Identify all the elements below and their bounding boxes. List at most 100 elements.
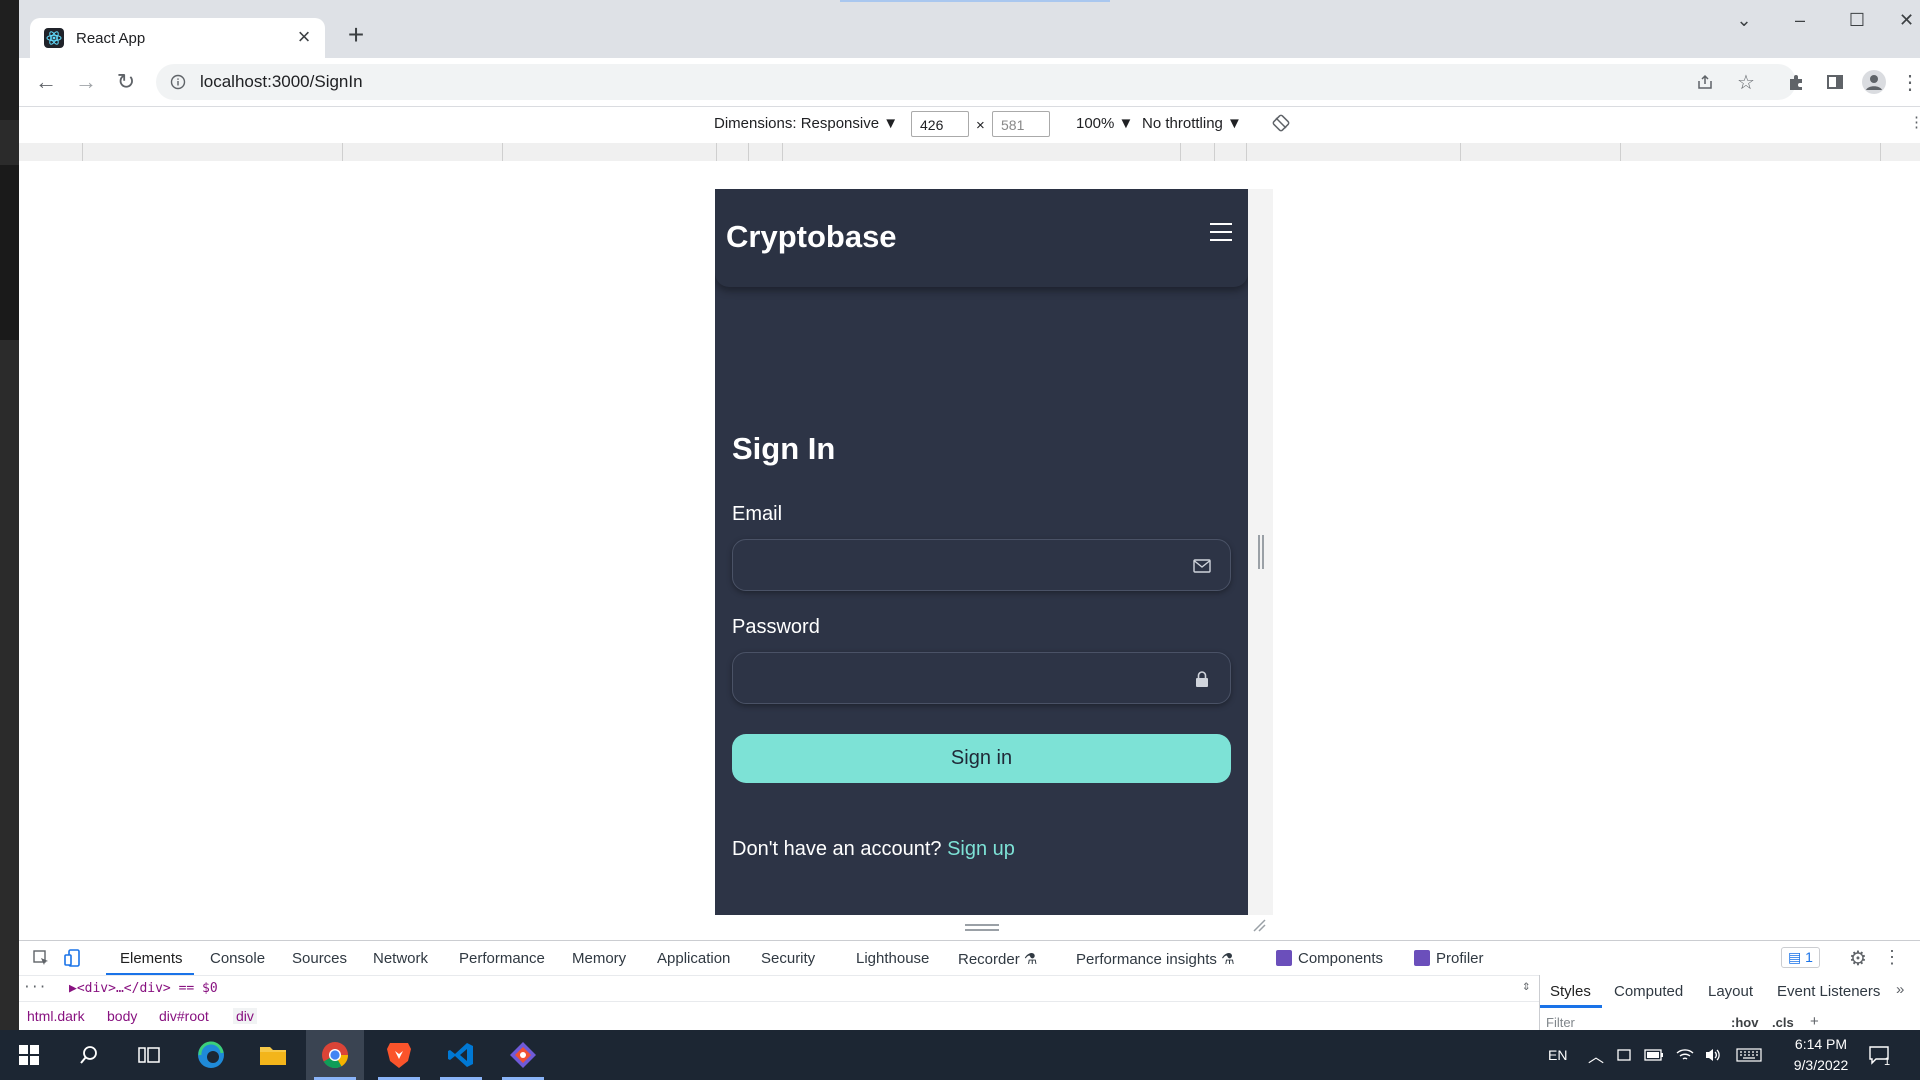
- resize-handle-bottom[interactable]: [965, 924, 999, 931]
- signup-prompt: Don't have an account? Sign up: [732, 838, 1015, 861]
- side-panel-icon[interactable]: [1822, 69, 1848, 95]
- selected-dom-node[interactable]: ▶<div>…</div> == $0: [69, 981, 218, 996]
- tab-layout[interactable]: Layout: [1708, 983, 1753, 1000]
- extensions-icon[interactable]: [1783, 69, 1809, 95]
- tab-computed[interactable]: Computed: [1614, 983, 1683, 1000]
- battery-icon[interactable]: [1644, 1030, 1664, 1080]
- back-icon[interactable]: ←: [32, 68, 60, 96]
- notification-center-icon[interactable]: 1: [1868, 1030, 1890, 1080]
- brand-logo-text[interactable]: Cryptobase: [726, 219, 897, 255]
- minimize-icon[interactable]: –: [1780, 8, 1820, 32]
- scroll-arrows-icon[interactable]: ⇕: [1522, 978, 1530, 994]
- tab-search-icon[interactable]: ⌄: [1724, 8, 1764, 32]
- devtools-more-icon[interactable]: ⋮: [1883, 947, 1901, 968]
- tab-elements[interactable]: Elements: [120, 950, 183, 967]
- settings-gear-icon[interactable]: ⚙: [1849, 946, 1867, 971]
- window-close-icon[interactable]: ✕: [1893, 8, 1920, 32]
- menu-kebab-icon[interactable]: ⋮: [1900, 69, 1920, 95]
- share-icon[interactable]: [1692, 69, 1718, 95]
- width-input[interactable]: 426: [911, 111, 969, 137]
- media-query-ruler: [19, 143, 1920, 162]
- react-components-icon: [1276, 950, 1292, 966]
- zoom-dropdown[interactable]: 100% ▼: [1076, 115, 1133, 132]
- sign-in-button[interactable]: Sign in: [732, 734, 1231, 783]
- tab-components[interactable]: Components: [1298, 950, 1383, 967]
- device-toolbar: Dimensions: Responsive ▼ 426 × 581 100% …: [19, 107, 1920, 144]
- mail-icon: [1192, 556, 1212, 576]
- email-input[interactable]: [747, 540, 1191, 592]
- vscode-icon[interactable]: [432, 1030, 490, 1080]
- rotate-icon[interactable]: [1271, 113, 1291, 137]
- resize-handle-right[interactable]: [1258, 535, 1264, 569]
- chrome-taskbar-icon[interactable]: [306, 1030, 364, 1080]
- crumb-root[interactable]: div#root: [159, 1008, 209, 1024]
- profile-avatar-icon[interactable]: [1861, 69, 1887, 95]
- tab-memory[interactable]: Memory: [572, 950, 626, 967]
- bookmark-star-icon[interactable]: ☆: [1733, 69, 1759, 95]
- tab-performance-insights[interactable]: Performance insights ⚗: [1076, 950, 1235, 968]
- issues-badge[interactable]: ▤ 1: [1781, 947, 1820, 968]
- meet-now-icon[interactable]: [1616, 1030, 1632, 1080]
- password-label: Password: [732, 616, 820, 638]
- touch-keyboard-icon[interactable]: [1736, 1030, 1762, 1080]
- tab-console[interactable]: Console: [210, 950, 265, 967]
- password-field[interactable]: [732, 652, 1231, 705]
- tab-close-icon[interactable]: ×: [293, 26, 315, 49]
- ellipsis-icon[interactable]: ···: [23, 980, 46, 995]
- react-profiler-icon: [1414, 950, 1430, 966]
- search-icon[interactable]: [60, 1030, 118, 1080]
- hamburger-menu-icon[interactable]: [1210, 223, 1232, 243]
- browser-tab[interactable]: React App ×: [30, 18, 325, 58]
- height-input[interactable]: 581: [992, 111, 1050, 137]
- tab-security[interactable]: Security: [761, 950, 815, 967]
- brave-browser-icon[interactable]: [370, 1030, 428, 1080]
- throttling-dropdown[interactable]: No throttling ▼: [1142, 115, 1242, 132]
- new-tab-button[interactable]: +: [342, 21, 370, 50]
- edge-browser-icon[interactable]: [182, 1030, 240, 1080]
- app-navbar: Cryptobase: [715, 189, 1248, 287]
- crumb-body[interactable]: body: [107, 1008, 137, 1024]
- tab-styles[interactable]: Styles: [1550, 983, 1591, 1000]
- forward-icon[interactable]: →: [72, 68, 100, 96]
- git-tool-icon[interactable]: [494, 1030, 552, 1080]
- tab-profiler[interactable]: Profiler: [1436, 950, 1484, 967]
- tab-network[interactable]: Network: [373, 950, 428, 967]
- more-tabs-icon[interactable]: »: [1896, 981, 1904, 998]
- windows-taskbar: EN ︿ 6:14 PM 9/3/2022 1: [0, 1030, 1920, 1080]
- tab-recorder[interactable]: Recorder ⚗: [958, 950, 1037, 968]
- resize-handle-corner-icon[interactable]: [1252, 918, 1266, 932]
- tab-application[interactable]: Application: [657, 950, 730, 967]
- email-field[interactable]: [732, 539, 1231, 592]
- inspect-element-icon[interactable]: [32, 949, 50, 971]
- crumb-div[interactable]: div: [233, 1008, 257, 1024]
- dimensions-dropdown[interactable]: Dimensions: Responsive ▼: [714, 115, 898, 132]
- notification-count: 1: [1884, 1056, 1891, 1068]
- wifi-icon[interactable]: [1676, 1030, 1694, 1080]
- crumb-html[interactable]: html.dark: [27, 1008, 85, 1024]
- show-hidden-icons-icon[interactable]: ︿: [1588, 1030, 1604, 1080]
- background-window-strip: [0, 0, 19, 1030]
- sign-up-link[interactable]: Sign up: [947, 838, 1015, 860]
- new-style-rule-icon[interactable]: +: [1810, 1013, 1819, 1030]
- volume-icon[interactable]: [1704, 1030, 1722, 1080]
- taskbar-clock[interactable]: 6:14 PM 9/3/2022: [1776, 1034, 1866, 1076]
- language-indicator[interactable]: EN: [1548, 1030, 1567, 1080]
- task-view-icon[interactable]: [120, 1030, 178, 1080]
- tab-lighthouse[interactable]: Lighthouse: [856, 950, 929, 967]
- app-viewport: Cryptobase Sign In Email Password Sign i…: [715, 189, 1248, 915]
- reload-icon[interactable]: ↻: [112, 68, 140, 96]
- tab-event-listeners[interactable]: Event Listeners: [1777, 983, 1880, 1000]
- device-toggle-icon[interactable]: [64, 949, 82, 971]
- tab-performance[interactable]: Performance: [459, 950, 545, 967]
- tab-sources[interactable]: Sources: [292, 950, 347, 967]
- password-input[interactable]: [747, 653, 1191, 705]
- device-toolbar-more-icon[interactable]: ⋮: [1909, 113, 1920, 131]
- url-text: localhost:3000/SignIn: [200, 72, 363, 91]
- windows-start-icon[interactable]: [0, 1030, 58, 1080]
- file-explorer-icon[interactable]: [244, 1030, 302, 1080]
- hov-toggle[interactable]: :hov: [1731, 1015, 1758, 1030]
- site-info-icon[interactable]: [168, 72, 188, 92]
- cls-toggle[interactable]: .cls: [1772, 1015, 1794, 1030]
- address-bar[interactable]: localhost:3000/SignIn: [156, 64, 1796, 100]
- maximize-icon[interactable]: ☐: [1837, 8, 1877, 32]
